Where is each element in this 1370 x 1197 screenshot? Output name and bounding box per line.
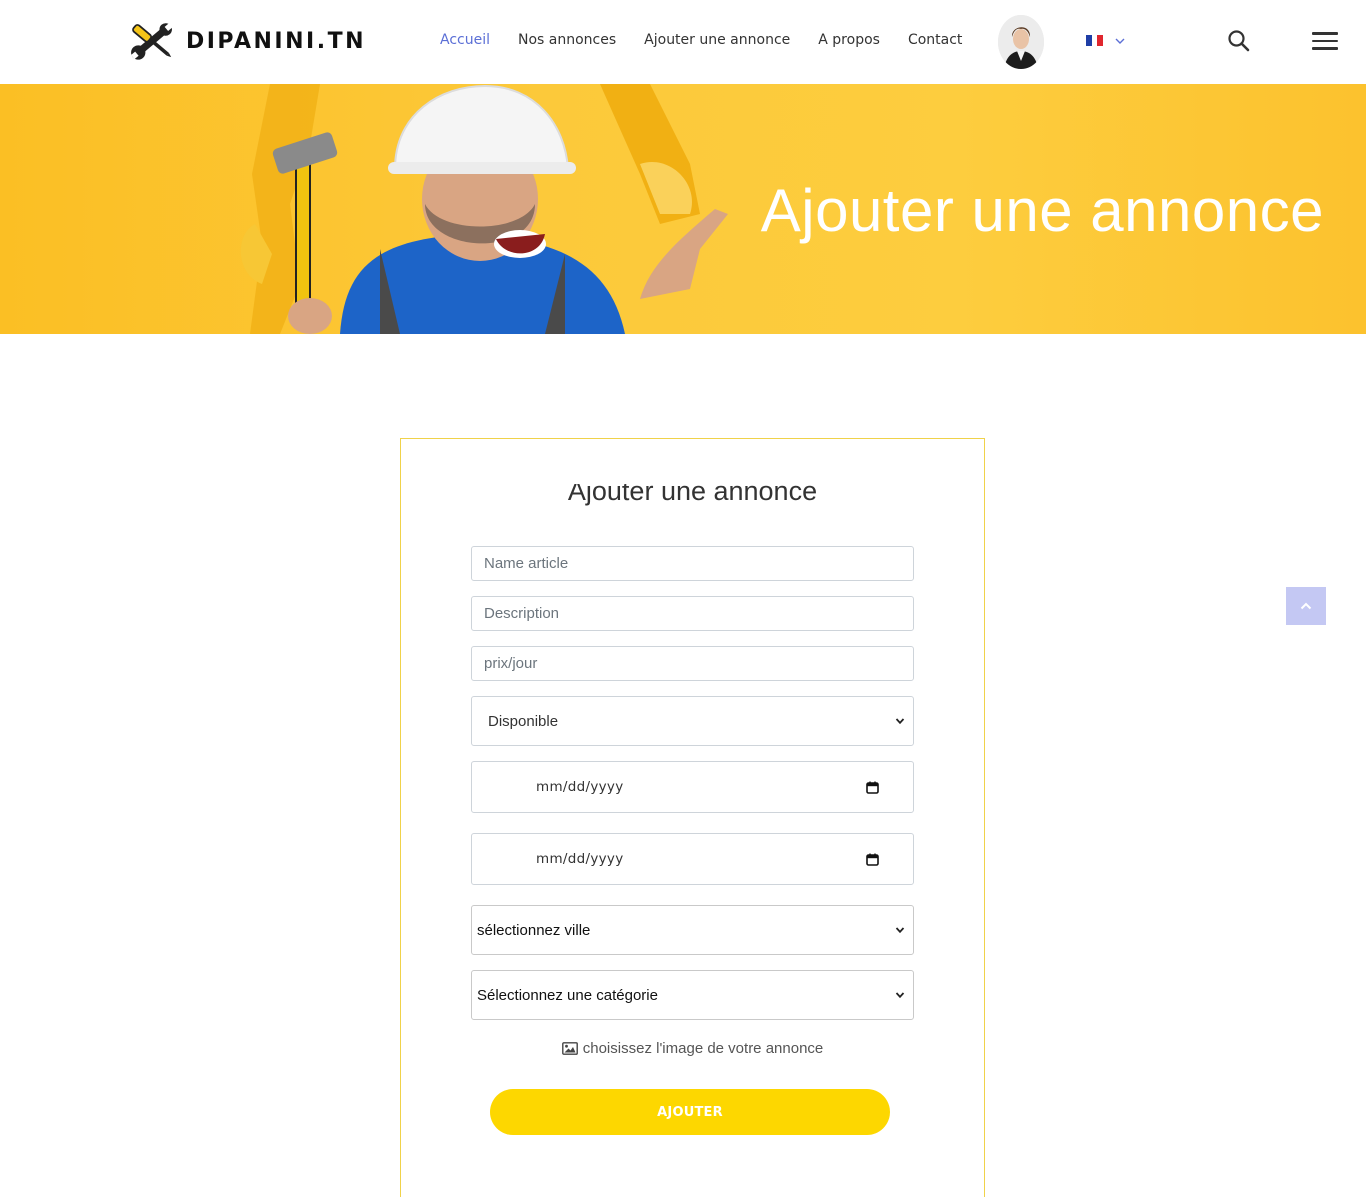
ajouter-button[interactable]: AJOUTER [490,1089,890,1135]
site-logo[interactable]: DIPANINI.TN [126,16,366,66]
image-upload-label[interactable]: choisissez l'image de votre annonce [400,1040,985,1057]
availability-selected-value: Disponible [488,712,559,730]
language-selector[interactable] [1086,35,1125,46]
search-icon[interactable] [1226,28,1252,54]
main-nav: Accueil Nos annonces Ajouter une annonce… [440,32,962,48]
chevron-down-icon [895,927,905,934]
price-per-day-input[interactable] [471,646,914,681]
start-date-input[interactable]: mm/dd/yyyy [471,761,914,813]
calendar-icon[interactable] [866,781,879,794]
chevron-up-icon [1300,602,1312,610]
end-date-input[interactable]: mm/dd/yyyy [471,833,914,885]
nav-contact[interactable]: Contact [908,32,962,48]
calendar-icon[interactable] [866,853,879,866]
city-select[interactable]: sélectionnez ville [471,905,914,955]
nav-accueil[interactable]: Accueil [440,32,490,48]
form-heading-wrap: Ajouter une annonce [400,484,985,508]
tools-logo-icon [131,22,174,60]
nav-nos-annonces[interactable]: Nos annonces [518,32,616,48]
image-upload-text: choisissez l'image de votre annonce [582,1040,824,1057]
flag-france-icon [1086,35,1104,46]
start-date-placeholder: mm/dd/yyyy [536,779,624,795]
description-input[interactable] [471,596,914,631]
city-selected-value: sélectionnez ville [477,921,591,939]
end-date-placeholder: mm/dd/yyyy [536,851,624,867]
form-heading: Ajouter une annonce [567,484,818,506]
nav-a-propos[interactable]: A propos [818,32,880,48]
category-select[interactable]: Sélectionnez une catégorie [471,970,914,1020]
site-header: DIPANINI.TN Accueil Nos annonces Ajouter… [0,0,1370,84]
nav-ajouter-annonce[interactable]: Ajouter une annonce [644,32,790,48]
image-icon [561,1042,578,1055]
user-avatar[interactable] [998,15,1044,69]
chevron-down-icon [1115,38,1125,44]
worker-illustration [240,84,728,334]
page-banner: Ajouter une annonce [0,84,1366,334]
chevron-down-icon [895,992,905,999]
scroll-to-top-button[interactable] [1286,587,1326,625]
banner-title: Ajouter une annonce [760,177,1324,244]
chevron-down-icon [895,718,905,725]
category-selected-value: Sélectionnez une catégorie [477,986,658,1004]
name-article-input[interactable] [471,546,914,581]
logo-text: DIPANINI.TN [185,28,366,54]
availability-select[interactable]: Disponible [471,696,914,746]
hamburger-menu-icon[interactable] [1312,32,1338,52]
